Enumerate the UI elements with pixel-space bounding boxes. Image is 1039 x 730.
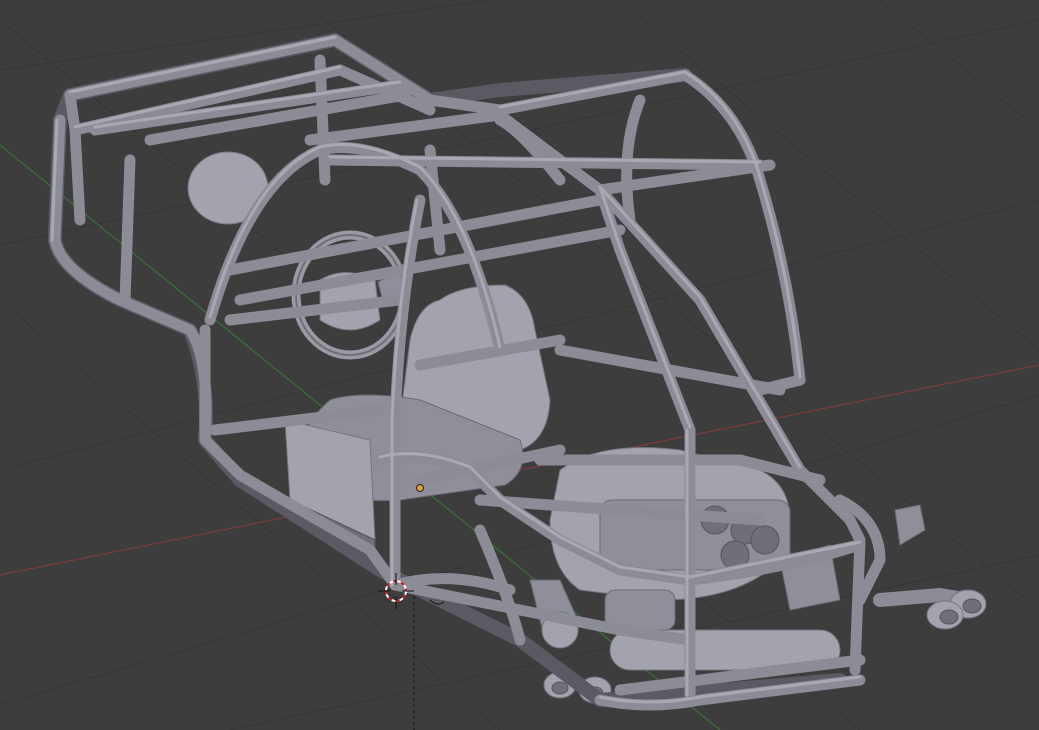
3d-viewport[interactable] bbox=[0, 0, 1039, 730]
object-origin-dot[interactable] bbox=[416, 484, 424, 492]
roll-cage-buggy[interactable] bbox=[48, 33, 987, 711]
viewport-canvas[interactable] bbox=[0, 0, 1039, 730]
